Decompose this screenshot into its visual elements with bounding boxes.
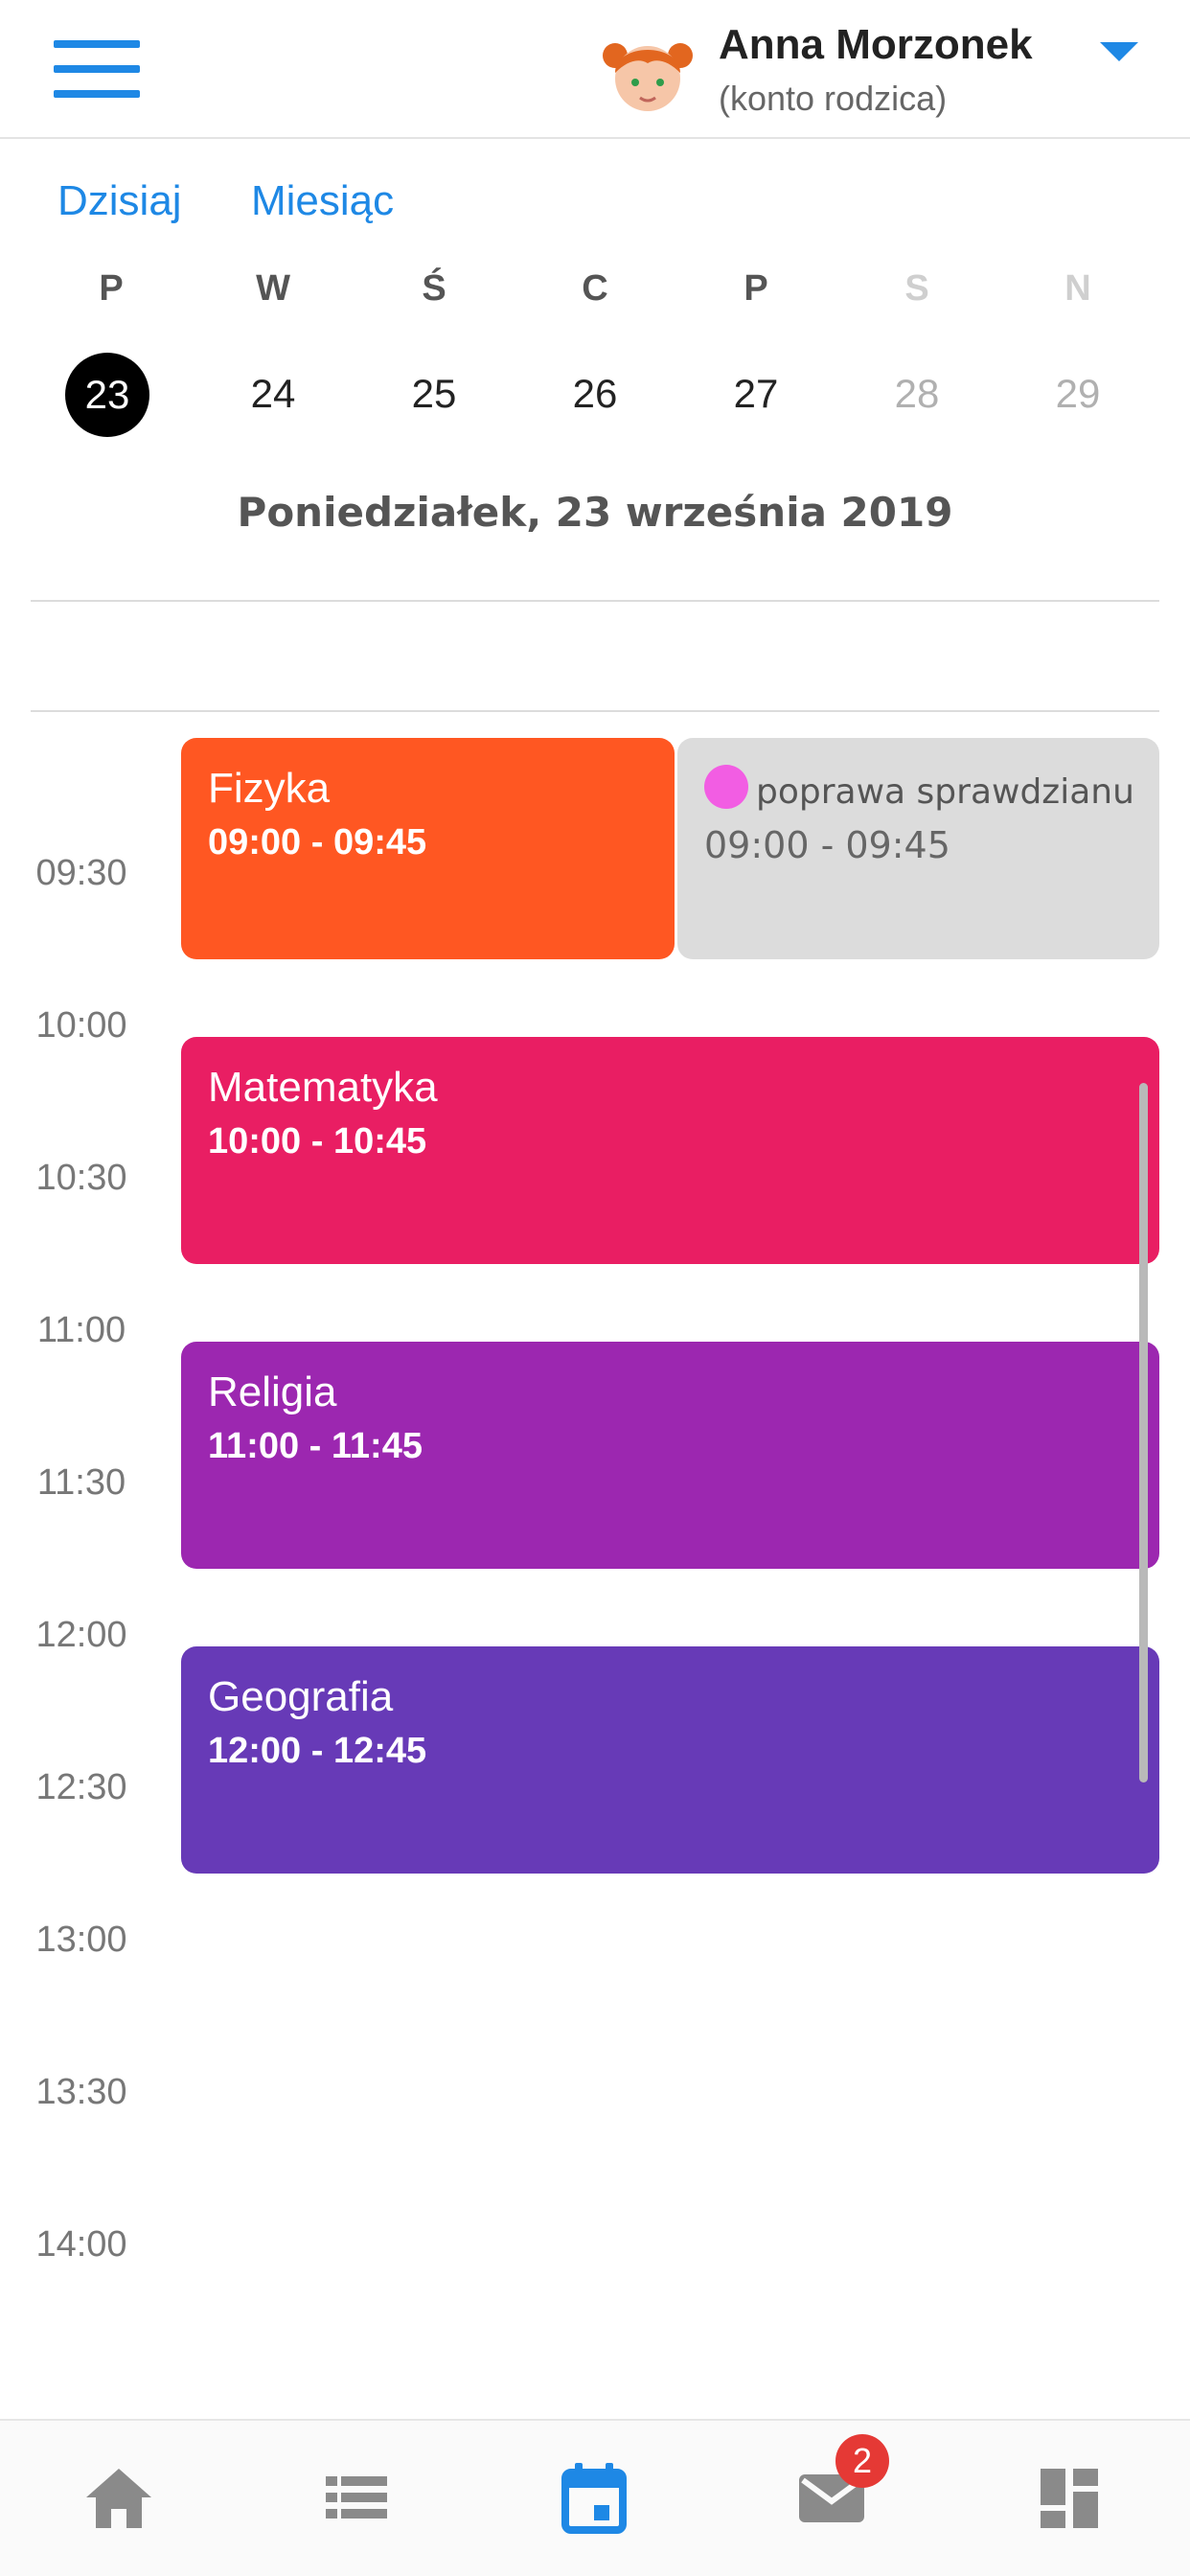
event-title: Fizyka [208,765,331,812]
day-28[interactable]: 28 [859,353,974,435]
time-label: 12:00 [35,1615,127,1655]
calendar-icon[interactable] [554,2457,634,2538]
event-time: 11:00 - 11:45 [208,1426,423,1466]
event-title: Religia [208,1368,337,1415]
weekday-label: P [99,268,124,309]
event-time: 09:00 - 09:45 [208,822,427,862]
time-label: 10:00 [35,1005,127,1046]
weekday-label: C [582,268,608,309]
time-label: 12:30 [35,1767,127,1807]
event-category-dot [704,765,748,809]
time-label: 09:30 [35,853,127,893]
bottom-navigation [0,2419,1190,2576]
user-name[interactable]: Anna Morzonek [719,21,1033,69]
month-view-link[interactable]: Miesiąc [251,177,394,225]
weekday-label: W [256,268,290,309]
event-title: Matematyka [208,1064,438,1111]
day-25[interactable]: 25 [377,353,492,435]
time-label: 10:30 [35,1158,127,1198]
event-time: 09:00 - 09:45 [704,824,950,866]
event-card-religia[interactable]: Religia 11:00 - 11:45 [181,1342,1159,1569]
event-card-matematyka[interactable]: Matematyka 10:00 - 10:45 [181,1037,1159,1264]
top-app-bar: Anna Morzonek (konto rodzica) [0,0,1190,139]
caret-down-icon[interactable] [1100,42,1138,61]
account-type-label: (konto rodzica) [719,79,948,118]
day-27[interactable]: 27 [698,353,813,435]
list-icon[interactable] [316,2457,397,2538]
selected-date-title: Poniedziałek, 23 września 2019 [237,489,953,536]
weekday-label: S [904,268,929,309]
dashboard-icon[interactable] [1029,2457,1110,2538]
event-title: Geografia [208,1673,394,1720]
event-card-geografia[interactable]: Geografia 12:00 - 12:45 [181,1646,1159,1874]
event-time: 12:00 - 12:45 [208,1731,427,1771]
day-29[interactable]: 29 [1020,353,1135,435]
unread-messages-badge: 2 [835,2434,889,2488]
weekday-label: P [744,268,768,309]
day-23-selected[interactable]: 23 [65,353,149,437]
day-24[interactable]: 24 [216,353,331,435]
weekday-label: Ś [422,268,446,309]
divider [31,600,1159,602]
time-label: 11:00 [36,1310,126,1350]
time-label: 14:00 [35,2224,127,2265]
scrollbar[interactable] [1139,1083,1148,1782]
user-avatar[interactable] [602,29,694,117]
weekday-label: N [1064,268,1091,309]
day-26[interactable]: 26 [538,353,652,435]
home-icon[interactable] [79,2457,159,2538]
hamburger-menu-icon[interactable] [54,40,140,98]
time-label: 13:00 [35,1920,127,1960]
event-card-poprawa-sprawdzianu[interactable]: poprawa sprawdzianu 09:00 - 09:45 [677,738,1159,959]
event-card-fizyka[interactable]: Fizyka 09:00 - 09:45 [181,738,675,959]
today-view-link[interactable]: Dzisiaj [57,177,182,225]
all-day-divider [31,710,1159,712]
event-time: 10:00 - 10:45 [208,1121,427,1162]
event-title: poprawa sprawdzianu [756,772,1134,812]
time-label: 11:30 [36,1462,126,1503]
time-label: 13:30 [35,2072,127,2112]
